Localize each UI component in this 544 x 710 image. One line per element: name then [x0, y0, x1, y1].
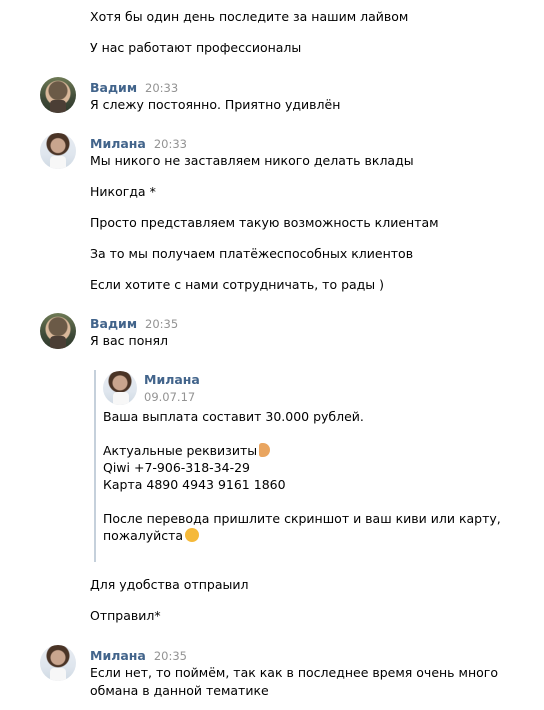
message-text: Если нет, то поймём, так как в последнее… [90, 665, 498, 680]
forwarded-text: Карта 4890 4943 9161 1860 [103, 477, 286, 492]
forwarded-text: Ваша выплата составит 30.000 рублей. [103, 409, 364, 424]
message-text: Я вас понял [90, 333, 169, 348]
avatar[interactable] [40, 645, 76, 681]
author-name[interactable]: Милана 20:33 [90, 135, 187, 153]
message-text: Мы никого не заставляем никого делать вк… [90, 153, 414, 168]
message-time[interactable]: 20:35 [154, 649, 187, 663]
hand-pointing-icon [259, 443, 271, 457]
forwarded-text: После перевода пришлите скриншот и ваш к… [103, 511, 501, 526]
message-time[interactable]: 20:33 [154, 137, 187, 151]
forwarded-message: Ваша выплата составит 30.000 рублей. Акт… [103, 408, 523, 544]
message-text: Я слежу постоянно. Приятно удивлён [90, 97, 341, 112]
avatar[interactable] [40, 313, 76, 349]
avatar[interactable] [40, 133, 76, 169]
forwarded-date[interactable]: 09.07.17 [144, 389, 195, 405]
forwarded-text: Qiwi +7-906-318-34-29 [103, 460, 250, 475]
message-text: обмана в данной тематике [90, 683, 269, 698]
author-name[interactable]: Вадим 20:33 [90, 79, 178, 97]
forwarded-text: пожалуйста [103, 527, 523, 544]
message-time[interactable]: 20:33 [145, 81, 178, 95]
forwarded-avatar[interactable] [103, 371, 137, 405]
message-text: У нас работают профессионалы [90, 40, 302, 55]
message-text: Хотя бы один день последите за нашим лай… [90, 9, 409, 24]
message-text: Для удобства отпраыил [90, 577, 249, 592]
avatar[interactable] [40, 77, 76, 113]
author-name[interactable]: Милана 20:35 [90, 647, 187, 665]
message-text: Просто представляем такую возможность кл… [90, 215, 439, 230]
forwarded-text: Актуальные реквизиты [103, 442, 523, 459]
forwarded-author-name[interactable]: Милана [144, 371, 200, 388]
wink-emoji-icon [185, 528, 200, 542]
message-text: За то мы получаем платёжеспособных клиен… [90, 246, 414, 261]
forwarded-message-bar [94, 370, 96, 562]
message-text: Если хотите с нами сотрудничать, то рады… [90, 277, 385, 292]
author-name[interactable]: Вадим 20:35 [90, 315, 178, 333]
message-text: Никогда * [90, 184, 156, 199]
message-time[interactable]: 20:35 [145, 317, 178, 331]
message-text: Отправил* [90, 608, 161, 623]
